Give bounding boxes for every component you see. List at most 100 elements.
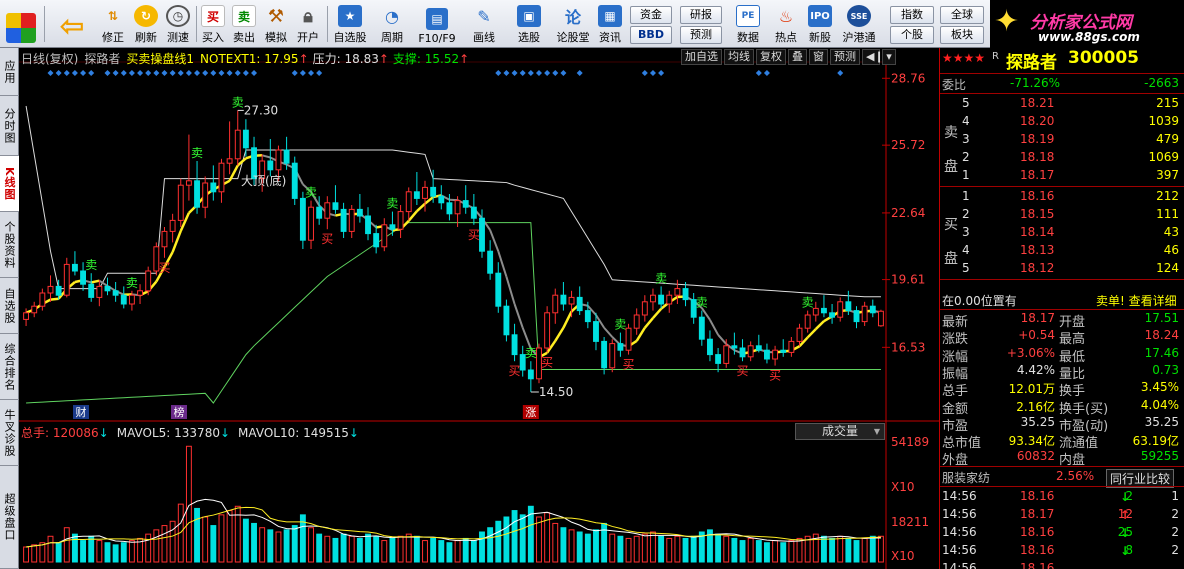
candle-body[interactable] xyxy=(242,129,249,149)
buy-level-row[interactable]: 5 18.12 124 xyxy=(940,260,1184,278)
candle-body[interactable] xyxy=(584,310,591,323)
candle-body[interactable] xyxy=(707,338,713,356)
volume-bar[interactable] xyxy=(764,542,770,563)
candle-body[interactable] xyxy=(625,327,632,351)
candle-body[interactable] xyxy=(723,345,730,364)
candle-body[interactable] xyxy=(365,215,371,235)
buy-level-row[interactable]: 4 18.13 46 xyxy=(940,242,1184,260)
ma-button[interactable]: 均线 xyxy=(724,49,754,65)
candle-body[interactable] xyxy=(560,294,567,305)
volume-bar[interactable] xyxy=(446,542,453,563)
volume-bar[interactable] xyxy=(291,525,298,563)
sidebar-tab-profile[interactable]: 个股资料 xyxy=(0,212,19,278)
finance-badge[interactable]: 财 xyxy=(76,405,87,419)
candle-body[interactable] xyxy=(234,129,241,160)
candle-body[interactable] xyxy=(462,200,469,208)
candle-body[interactable] xyxy=(413,191,420,199)
volume-bar[interactable] xyxy=(519,514,526,563)
candle-body[interactable] xyxy=(869,305,876,314)
volume-bar[interactable] xyxy=(576,531,583,563)
candle-body[interactable] xyxy=(169,219,176,232)
candle-body[interactable] xyxy=(755,345,762,351)
volume-bar[interactable] xyxy=(861,537,868,563)
draw-line-button[interactable]: ✎ 画线 xyxy=(464,3,504,45)
candle-body[interactable] xyxy=(829,312,836,318)
candle-body[interactable] xyxy=(88,283,95,298)
candle-body[interactable] xyxy=(324,202,331,219)
volume-bar[interactable] xyxy=(650,531,656,563)
volume-bar[interactable] xyxy=(470,540,477,563)
candle-body[interactable] xyxy=(698,316,705,340)
volume-bar[interactable] xyxy=(80,540,87,563)
candle-body[interactable] xyxy=(389,224,396,230)
candle-body[interactable] xyxy=(23,312,30,320)
add-watchlist-button[interactable]: 加自选 xyxy=(681,49,722,65)
candle-body[interactable] xyxy=(104,285,111,292)
volume-bar[interactable] xyxy=(55,542,62,563)
candle-body[interactable] xyxy=(308,206,314,241)
candle-body[interactable] xyxy=(877,310,884,327)
volume-bar[interactable] xyxy=(128,540,135,563)
volume-bar[interactable] xyxy=(104,542,111,563)
candle-body[interactable] xyxy=(218,162,225,193)
volume-bar[interactable] xyxy=(877,535,884,563)
candle-body[interactable] xyxy=(120,294,127,305)
volume-bar[interactable] xyxy=(88,535,95,563)
candle-body[interactable] xyxy=(552,294,559,314)
volume-bar[interactable] xyxy=(63,527,70,563)
volume-bar[interactable] xyxy=(568,529,575,563)
candle-body[interactable] xyxy=(658,294,665,305)
volume-bar[interactable] xyxy=(666,537,673,563)
new-stock-button[interactable]: IPO 新股 xyxy=(805,3,835,45)
candle-body[interactable] xyxy=(609,343,616,369)
kline-chart-area[interactable]: 28.76 25.72 22.64 19.61 16.53 54189 X10 18211 X1… xyxy=(19,48,939,569)
sell-level-row[interactable]: 4 18.20 1039 xyxy=(940,113,1184,131)
candle-body[interactable] xyxy=(682,288,689,301)
volume-bar[interactable] xyxy=(47,535,54,563)
volume-bar[interactable] xyxy=(340,533,347,563)
overlay-button[interactable]: 叠 xyxy=(788,49,807,65)
candle-body[interactable] xyxy=(568,296,575,305)
data-button[interactable]: PE 数据 xyxy=(733,3,763,45)
volume-bar[interactable] xyxy=(536,516,542,563)
hk-connect-button[interactable]: SSE 沪港通 xyxy=(839,3,879,45)
candle-body[interactable] xyxy=(674,288,681,296)
candle-body[interactable] xyxy=(739,347,746,358)
volume-bar[interactable] xyxy=(479,531,485,563)
volume-bar[interactable] xyxy=(837,535,844,563)
app-logo-icon[interactable] xyxy=(2,3,40,45)
candle-body[interactable] xyxy=(861,305,868,323)
volume-bar[interactable] xyxy=(39,542,46,563)
volume-bar[interactable] xyxy=(145,533,152,563)
volume-bar[interactable] xyxy=(853,540,860,563)
candle-body[interactable] xyxy=(112,290,119,296)
stock-tag[interactable]: 个股 xyxy=(890,26,934,44)
volume-bar[interactable] xyxy=(389,537,396,563)
volume-bar[interactable] xyxy=(454,540,461,563)
candle-body[interactable] xyxy=(845,301,852,312)
candle-body[interactable] xyxy=(267,160,274,171)
forum-button[interactable]: 论 论股堂 xyxy=(553,3,593,45)
volume-bar[interactable] xyxy=(503,516,510,563)
brand-banner[interactable]: ✦ 分析家公式网 www.88gs.com xyxy=(990,0,1184,48)
back-button[interactable]: ⇦ xyxy=(50,3,94,45)
candle-body[interactable] xyxy=(340,208,347,232)
volume-bar[interactable] xyxy=(422,540,428,563)
volume-bar[interactable] xyxy=(633,535,640,563)
window-button[interactable]: 窗 xyxy=(809,49,828,65)
candle-body[interactable] xyxy=(177,184,184,221)
candle-body[interactable] xyxy=(96,285,103,298)
candle-body[interactable] xyxy=(275,149,282,171)
candle-body[interactable] xyxy=(405,191,412,213)
volume-bar[interactable] xyxy=(210,525,217,563)
volume-bar[interactable] xyxy=(829,537,836,563)
candle-body[interactable] xyxy=(31,305,38,314)
candle-body[interactable] xyxy=(283,149,290,164)
buy-button[interactable]: 买 买入 xyxy=(199,3,227,45)
volume-bar[interactable] xyxy=(674,535,681,563)
volume-bar[interactable] xyxy=(324,535,331,563)
candle-body[interactable] xyxy=(210,182,217,193)
forecast-button[interactable]: 预测 xyxy=(830,49,860,65)
volume-bar[interactable] xyxy=(96,540,103,563)
volume-bar[interactable] xyxy=(275,531,282,563)
